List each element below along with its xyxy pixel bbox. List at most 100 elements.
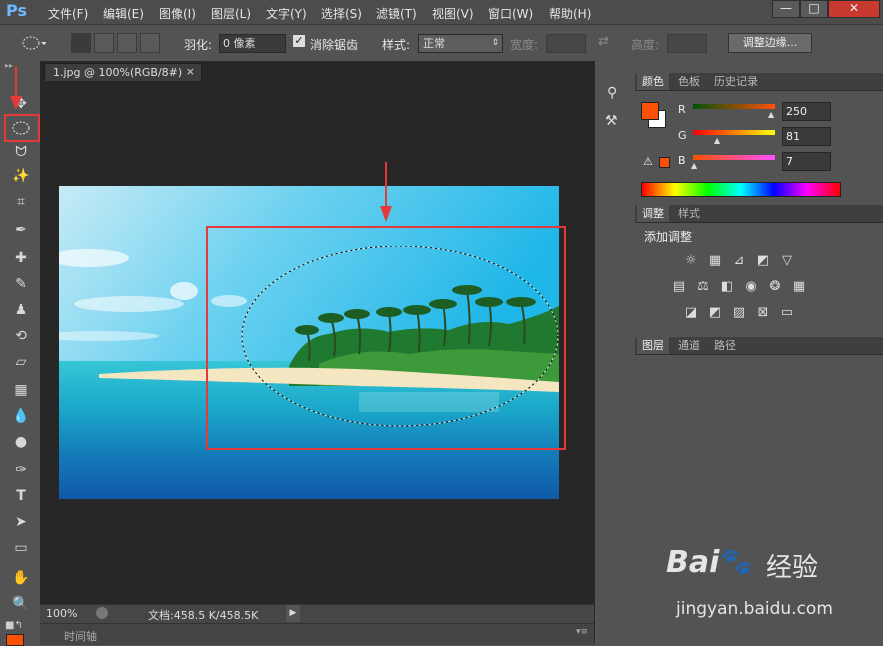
tab-channels[interactable]: 通道 xyxy=(673,337,705,354)
photoshop-logo: Ps xyxy=(6,1,27,20)
menu-layer[interactable]: 图层(L) xyxy=(211,5,251,22)
status-menu-arrow-icon[interactable]: ▶ xyxy=(286,605,300,622)
menu-window[interactable]: 窗口(W) xyxy=(488,5,533,22)
chevron-down-icon: ⇕ xyxy=(491,38,499,48)
slider-thumb-icon[interactable]: ▲ xyxy=(714,136,720,145)
exposure-icon[interactable]: ◩ xyxy=(755,253,771,269)
zoom-tool-icon[interactable]: 🔍 xyxy=(8,593,34,615)
stamp-tool-icon[interactable]: ♟ xyxy=(8,299,34,321)
pen-tool-icon[interactable]: ✑ xyxy=(8,459,34,481)
panel-menu-icon[interactable]: ▾≡ xyxy=(576,627,588,637)
swap-icon[interactable]: ⇄ xyxy=(598,34,609,49)
menu-image[interactable]: 图像(I) xyxy=(159,5,196,22)
gamut-warning-icon[interactable]: ⚠ xyxy=(643,155,653,168)
menu-edit[interactable]: 编辑(E) xyxy=(103,5,144,22)
color-balance-icon[interactable]: ⚖ xyxy=(695,279,711,295)
gradient-tool-icon[interactable]: ▦ xyxy=(8,379,34,401)
tab-close-icon[interactable]: × xyxy=(186,65,195,78)
minimize-button[interactable]: — xyxy=(772,0,800,18)
red-value-input[interactable]: 250 xyxy=(782,102,831,121)
watermark-brand: Bai xyxy=(666,545,720,580)
tab-paths[interactable]: 路径 xyxy=(709,337,741,354)
threshold-icon[interactable]: ▨ xyxy=(731,305,747,321)
type-tool-icon[interactable]: T xyxy=(8,485,34,507)
dodge-tool-icon[interactable]: ● xyxy=(8,431,34,453)
menu-file[interactable]: 文件(F) xyxy=(48,5,88,22)
menu-select[interactable]: 选择(S) xyxy=(321,5,362,22)
blue-value-input[interactable]: 7 xyxy=(782,152,831,171)
width-input[interactable] xyxy=(546,34,586,53)
photo-filter-icon[interactable]: ◉ xyxy=(743,279,759,295)
timeline-label[interactable]: 时间轴 xyxy=(64,628,97,644)
eraser-tool-icon[interactable]: ▱ xyxy=(8,351,34,373)
style-select[interactable]: 正常 ⇕ xyxy=(418,34,503,53)
menu-view[interactable]: 视图(V) xyxy=(432,5,474,22)
curves-icon[interactable]: ⊿ xyxy=(731,253,747,269)
slider-thumb-icon[interactable]: ▲ xyxy=(691,161,697,170)
subtract-selection-icon[interactable] xyxy=(117,33,137,53)
lasso-tool-icon[interactable]: ᗢ xyxy=(8,141,34,163)
tab-adjustments[interactable]: 调整 xyxy=(637,205,669,222)
slider-thumb-icon[interactable]: ▲ xyxy=(768,110,774,119)
color-lookup-icon[interactable]: ▦ xyxy=(791,279,807,295)
document-tab[interactable]: 1.jpg @ 100%(RGB/8#) × xyxy=(44,63,202,81)
path-select-icon[interactable]: ➤ xyxy=(8,511,34,533)
hue-saturation-icon[interactable]: ▤ xyxy=(671,279,687,295)
intersect-selection-icon[interactable] xyxy=(140,33,160,53)
green-slider[interactable] xyxy=(693,130,775,135)
color-ramp[interactable] xyxy=(641,182,841,197)
add-adjustment-title: 添加调整 xyxy=(644,230,693,244)
feather-input[interactable]: 0 像素 xyxy=(219,34,286,53)
antialias-checkbox[interactable]: ✓ xyxy=(293,35,305,47)
history-brush-icon[interactable]: ⟲ xyxy=(8,325,34,347)
highlight-selection-area xyxy=(206,226,566,450)
red-label: R xyxy=(678,103,686,116)
tab-color[interactable]: 颜色 xyxy=(637,73,669,90)
invert-icon[interactable]: ◪ xyxy=(683,305,699,321)
menu-filter[interactable]: 滤镜(T) xyxy=(376,5,417,22)
gamut-color-swatch[interactable] xyxy=(659,157,670,168)
posterize-icon[interactable]: ◩ xyxy=(707,305,723,321)
foreground-color-swatch[interactable] xyxy=(6,634,24,646)
tab-history[interactable]: 历史记录 xyxy=(709,73,763,90)
healing-brush-icon[interactable]: ✚ xyxy=(8,247,34,269)
tab-styles[interactable]: 样式 xyxy=(673,205,705,222)
tab-swatches[interactable]: 色板 xyxy=(673,73,705,90)
brush-preset-icon[interactable]: ⚲ xyxy=(607,85,617,101)
selective-color-icon[interactable]: ⊠ xyxy=(755,305,771,321)
style-select-value: 正常 xyxy=(423,37,445,50)
maximize-button[interactable]: □ xyxy=(800,0,828,18)
height-input[interactable] xyxy=(667,34,707,53)
green-label: G xyxy=(678,129,687,142)
black-white-icon[interactable]: ◧ xyxy=(719,279,735,295)
channel-mixer-icon[interactable]: ❂ xyxy=(767,279,783,295)
blue-slider[interactable] xyxy=(693,155,775,160)
add-selection-icon[interactable] xyxy=(94,33,114,53)
foreground-color-swatch[interactable] xyxy=(641,102,659,120)
magic-wand-icon[interactable]: ✨ xyxy=(8,165,34,187)
panel-dock: ⚲ ⚒ xyxy=(594,61,636,644)
brightness-icon[interactable]: ☼ xyxy=(683,253,699,269)
vibrance-icon[interactable]: ▽ xyxy=(779,253,795,269)
crop-tool-icon[interactable]: ⌗ xyxy=(8,191,34,213)
ellipse-marquee-preset-icon[interactable] xyxy=(20,34,46,52)
brush-tool-icon[interactable]: ✎ xyxy=(8,273,34,295)
zoom-level[interactable]: 100% xyxy=(46,607,77,620)
blur-tool-icon[interactable]: 💧 xyxy=(8,405,34,427)
adjust-panel-tabs: 调整 样式 xyxy=(635,205,883,223)
menu-type[interactable]: 文字(Y) xyxy=(266,5,307,22)
default-colors-icon[interactable]: ■↰ xyxy=(5,620,23,631)
gradient-map-icon[interactable]: ▭ xyxy=(779,305,795,321)
rectangle-tool-icon[interactable]: ▭ xyxy=(8,537,34,559)
tab-layers[interactable]: 图层 xyxy=(637,337,669,354)
green-value-input[interactable]: 81 xyxy=(782,127,831,146)
eyedropper-icon[interactable]: ✒ xyxy=(8,219,34,241)
new-selection-icon[interactable] xyxy=(71,33,91,53)
hand-tool-icon[interactable]: ✋ xyxy=(8,567,34,589)
menu-help[interactable]: 帮助(H) xyxy=(549,5,591,22)
tool-preset-icon[interactable]: ⚒ xyxy=(605,113,618,129)
red-slider[interactable] xyxy=(693,104,775,109)
close-button[interactable]: ✕ xyxy=(828,0,880,18)
refine-edge-button[interactable]: 调整边缘... xyxy=(728,33,812,53)
levels-icon[interactable]: ▦ xyxy=(707,253,723,269)
